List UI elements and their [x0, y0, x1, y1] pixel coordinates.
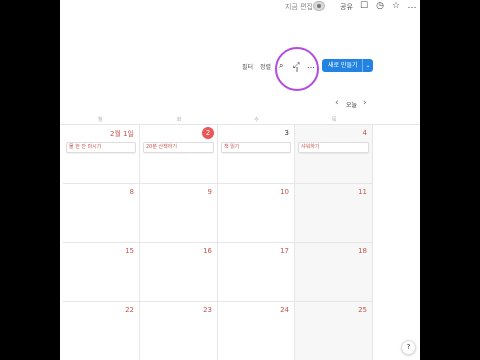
edit-status: 지금 편집 — [285, 3, 313, 11]
weekday-header: 목 — [331, 117, 337, 123]
sort-button[interactable]: 정렬 — [260, 62, 271, 71]
day-number: 22 — [125, 306, 134, 314]
star-icon[interactable]: ☆ — [390, 0, 402, 12]
calendar-day-cell[interactable]: 4 샤워하기 — [295, 125, 373, 184]
calendar-day-cell[interactable]: 8 — [63, 184, 140, 243]
calendar-day-cell[interactable]: 16 — [140, 243, 218, 302]
day-number: 23 — [203, 306, 212, 314]
calendar-day-cell[interactable]: 22 — [63, 302, 140, 360]
today-date-badge: 2 — [202, 127, 214, 139]
day-number: 10 — [280, 188, 289, 196]
top-bar: 지금 편집 공유 ☐ ◷ ☆ … — [60, 0, 420, 14]
avatar[interactable] — [313, 1, 325, 11]
search-icon[interactable]: ⌕ — [279, 61, 283, 71]
clock-icon[interactable]: ◷ — [374, 0, 386, 12]
new-button[interactable]: 새로 만들기 ⌄ — [322, 59, 373, 72]
chevron-down-icon[interactable]: ⌄ — [362, 59, 373, 72]
more-icon[interactable]: … — [406, 0, 418, 12]
weekday-header: 화 — [176, 117, 182, 123]
calendar-navigation: ‹ 오늘 › — [60, 99, 420, 110]
app-window: 지금 편집 공유 ☐ ◷ ☆ … 필터 정렬 ⌕ ⤢ … I 새로 만들기 ⌄ … — [60, 0, 420, 360]
share-button[interactable]: 공유 — [340, 2, 353, 12]
day-number: 8 — [129, 188, 134, 196]
day-number: 15 — [125, 247, 134, 255]
day-number: 18 — [358, 247, 367, 255]
calendar-day-cell[interactable]: 25 — [295, 302, 373, 360]
calendar-day-cell[interactable]: 9 — [140, 184, 218, 243]
day-number: 24 — [280, 306, 289, 314]
help-button[interactable]: ? — [401, 340, 416, 355]
calendar-day-cell[interactable]: 2월 1일물 한 잔 마시기 — [63, 125, 140, 184]
calendar-day-cell[interactable]: 3 책 읽기 — [218, 125, 295, 184]
weekday-header: 수 — [254, 117, 259, 123]
day-number: 17 — [280, 247, 289, 255]
day-number: 25 — [358, 306, 367, 314]
day-number: 2월 1일 — [109, 130, 134, 138]
day-number: 16 — [203, 247, 212, 255]
filter-button[interactable]: 필터 — [242, 62, 253, 71]
calendar-day-cell[interactable]: 2 20분 산책하기 — [140, 125, 218, 184]
prev-month-icon[interactable]: ‹ — [335, 99, 339, 108]
event-card[interactable]: 물 한 잔 마시기 — [66, 142, 136, 153]
calendar-day-cell[interactable]: 17 — [218, 243, 295, 302]
comment-icon[interactable]: ☐ — [358, 0, 370, 12]
more-options-icon[interactable]: … — [307, 61, 315, 71]
day-number: 4 — [362, 129, 367, 137]
new-button-label: 새로 만들기 — [328, 62, 358, 69]
next-month-icon[interactable]: › — [363, 99, 367, 108]
calendar-day-cell[interactable]: 23 — [140, 302, 218, 360]
day-number: 3 — [284, 129, 289, 137]
event-card[interactable]: 샤워하기 — [298, 142, 369, 153]
calendar-day-cell[interactable]: 24 — [218, 302, 295, 360]
calendar-day-cell[interactable]: 11 — [295, 184, 373, 243]
event-card[interactable]: 책 읽기 — [221, 142, 291, 153]
text-cursor-icon: I — [296, 66, 299, 74]
calendar-day-cell[interactable]: 15 — [63, 243, 140, 302]
event-card[interactable]: 20분 산책하기 — [143, 142, 214, 153]
day-number: 11 — [358, 188, 367, 196]
calendar-day-cell[interactable]: 10 — [218, 184, 295, 243]
today-button[interactable]: 오늘 — [346, 100, 357, 109]
weekday-header: 월 — [97, 117, 103, 123]
day-number: 9 — [207, 188, 212, 196]
calendar-day-cell[interactable]: 18 — [295, 243, 373, 302]
